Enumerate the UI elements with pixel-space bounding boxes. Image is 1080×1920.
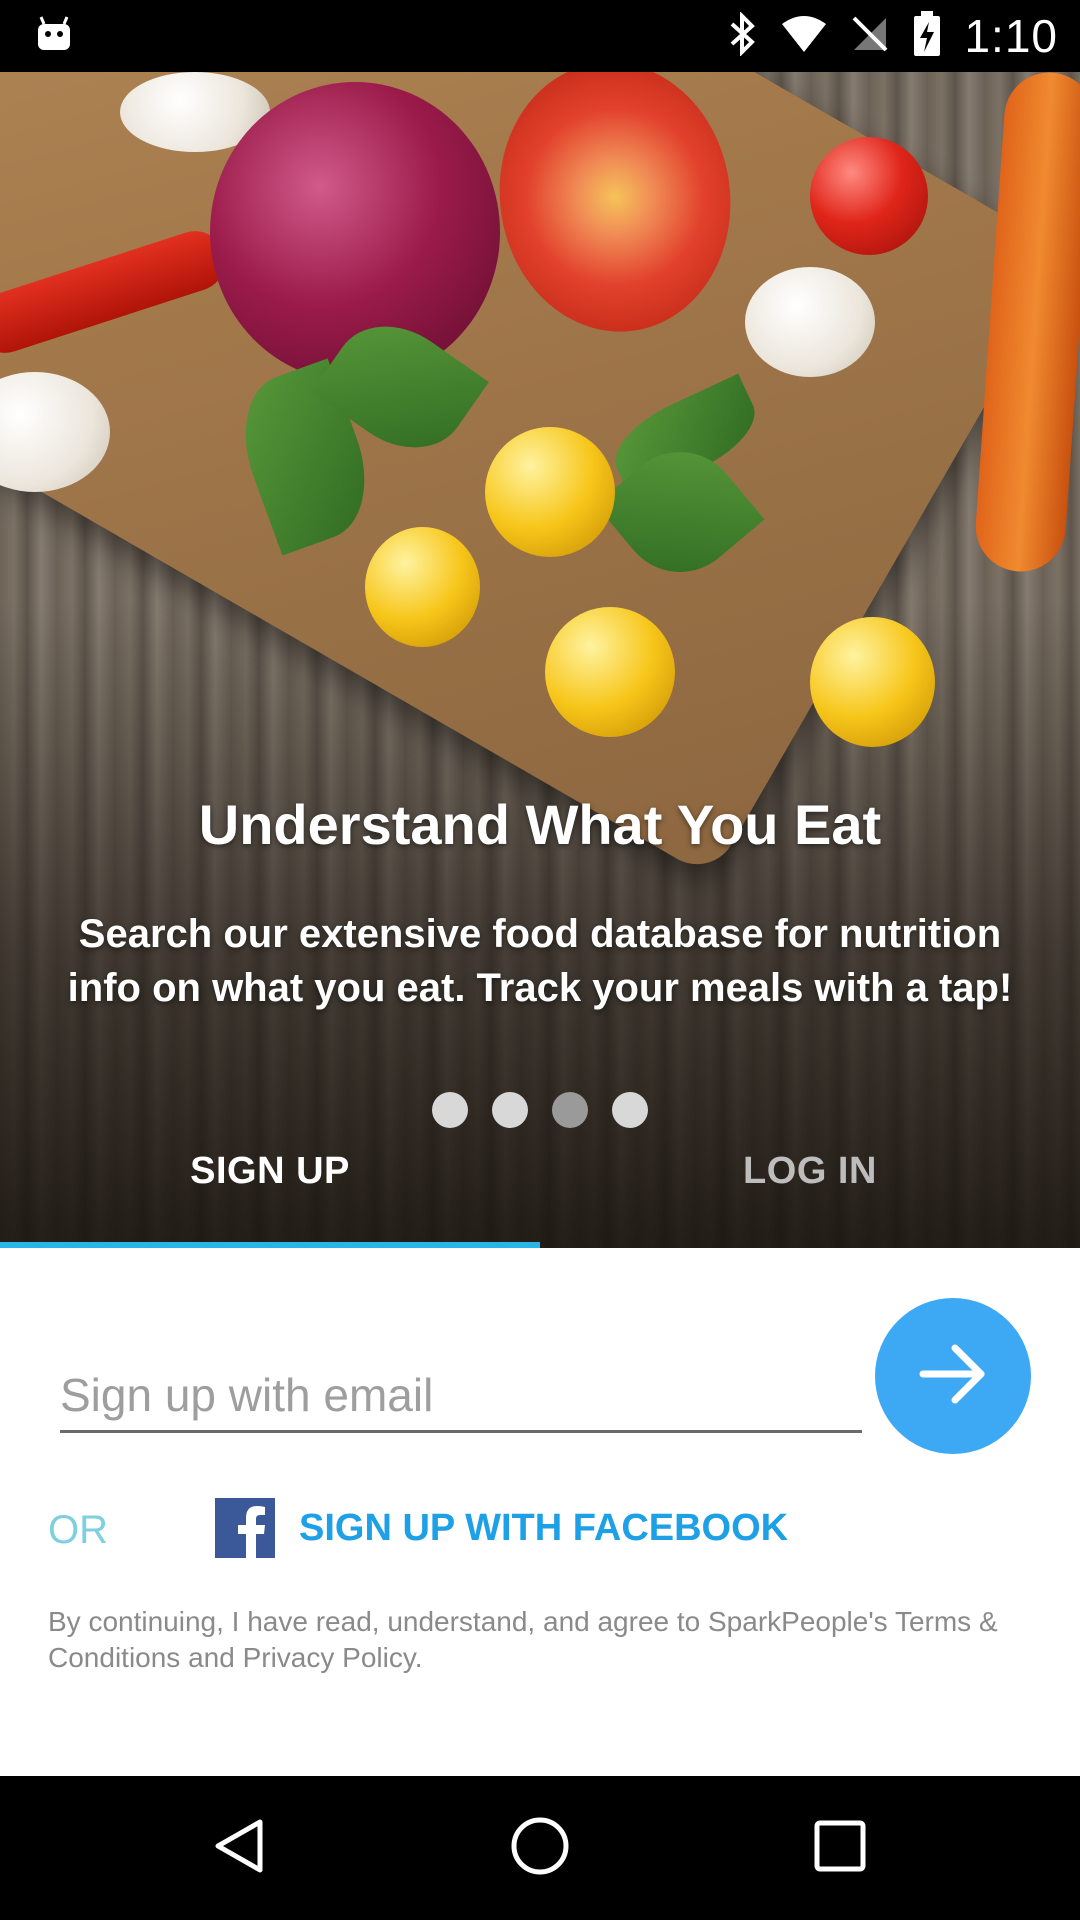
android-icon [34, 14, 74, 59]
page-dot[interactable] [432, 1092, 468, 1128]
status-bar: 1:10 [0, 0, 1080, 72]
back-icon [210, 1816, 270, 1881]
battery-charging-icon [912, 10, 942, 63]
tab-sign-up[interactable]: SIGN UP [0, 1150, 540, 1193]
terms-text[interactable]: By continuing, I have read, understand, … [48, 1604, 1038, 1676]
mushroom-image [745, 267, 875, 377]
hero-title: Understand What You Eat [198, 793, 882, 856]
tab-log-in[interactable]: LOG IN [540, 1150, 1080, 1193]
page-dot[interactable] [492, 1092, 528, 1128]
status-time: 1:10 [964, 10, 1058, 62]
tab-indicator [0, 1242, 540, 1248]
recents-icon [812, 1818, 868, 1879]
cherry-tomato-image [810, 137, 928, 255]
page-dot-active[interactable] [552, 1092, 588, 1128]
yellow-tomato-image [810, 617, 935, 747]
page-dot[interactable] [612, 1092, 648, 1128]
carrot-image [972, 72, 1080, 575]
facebook-signup-button[interactable]: SIGN UP WITH FACEBOOK [215, 1498, 788, 1558]
arrow-right-icon [913, 1334, 993, 1419]
navigation-bar [0, 1776, 1080, 1920]
back-button[interactable] [140, 1776, 340, 1920]
facebook-icon [215, 1498, 275, 1558]
recents-button[interactable] [740, 1776, 940, 1920]
yellow-tomato-image [485, 427, 615, 557]
bluetooth-icon [728, 10, 758, 61]
or-label: OR [48, 1508, 108, 1552]
home-icon [508, 1814, 572, 1883]
hero-banner[interactable]: Understand What You Eat Search our exten… [0, 72, 1080, 1248]
facebook-signup-label: SIGN UP WITH FACEBOOK [299, 1506, 789, 1549]
yellow-tomato-image [365, 527, 480, 647]
email-field[interactable] [60, 1360, 862, 1433]
next-button[interactable] [875, 1298, 1031, 1454]
no-sim-icon [850, 14, 890, 59]
wifi-icon [780, 14, 828, 59]
yellow-tomato-image [545, 607, 675, 737]
page-indicator [0, 1092, 1080, 1128]
home-button[interactable] [440, 1776, 640, 1920]
hero-description: Search our extensive food database for n… [67, 912, 1013, 1010]
